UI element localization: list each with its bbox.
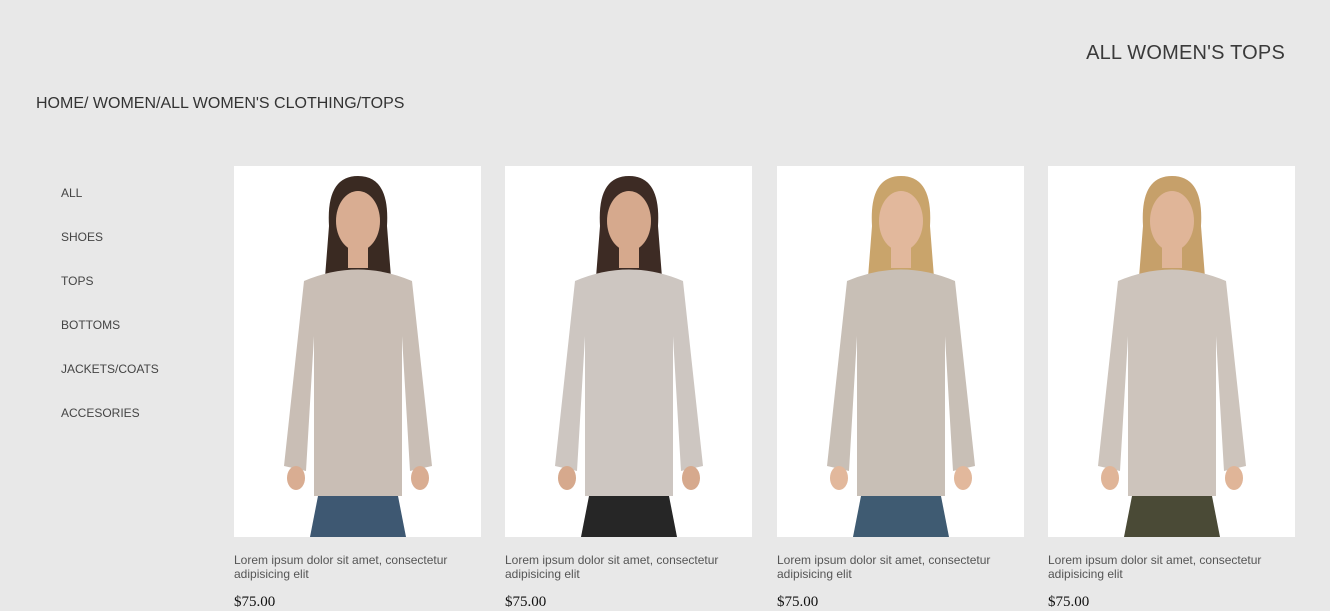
- product-price: $75.00: [1048, 594, 1090, 610]
- breadcrumb-tops[interactable]: TOPS: [361, 95, 404, 112]
- product-price: $75.00: [505, 594, 547, 610]
- breadcrumb-home[interactable]: HOME/: [36, 95, 88, 112]
- sidebar-item-bottoms[interactable]: BOTTOMS: [61, 317, 211, 361]
- product-description[interactable]: Lorem ipsum dolor sit amet, consectetur …: [1048, 553, 1295, 581]
- sidebar-item-all[interactable]: ALL: [61, 185, 211, 229]
- product-image[interactable]: [505, 166, 752, 537]
- product-image[interactable]: [1048, 166, 1295, 537]
- model-photo: [1098, 176, 1246, 537]
- page-title: ALL WOMEN'S TOPS: [1086, 42, 1285, 64]
- product-card[interactable]: Lorem ipsum dolor sit amet, consectetur …: [505, 166, 752, 611]
- model-photo: [555, 176, 703, 537]
- sidebar-item-accesories[interactable]: ACCESORIES: [61, 405, 211, 449]
- category-sidebar: ALL SHOES TOPS BOTTOMS JACKETS/COATS ACC…: [61, 185, 211, 449]
- product-card[interactable]: Lorem ipsum dolor sit amet, consectetur …: [1048, 166, 1295, 611]
- product-card[interactable]: Lorem ipsum dolor sit amet, consectetur …: [777, 166, 1024, 611]
- sidebar-item-shoes[interactable]: SHOES: [61, 229, 211, 273]
- product-price: $75.00: [777, 594, 819, 610]
- model-photo: [284, 176, 432, 537]
- model-photo: [827, 176, 975, 537]
- product-description[interactable]: Lorem ipsum dolor sit amet, consectetur …: [505, 553, 752, 581]
- breadcrumb-women[interactable]: WOMEN/: [88, 95, 161, 112]
- product-image[interactable]: [234, 166, 481, 537]
- product-description[interactable]: Lorem ipsum dolor sit amet, consectetur …: [777, 553, 1024, 581]
- product-image[interactable]: [777, 166, 1024, 537]
- breadcrumb-all-womens-clothing[interactable]: ALL WOMEN'S CLOTHING/: [160, 95, 361, 112]
- sidebar-item-jackets-coats[interactable]: JACKETS/COATS: [61, 361, 211, 405]
- sidebar-item-tops[interactable]: TOPS: [61, 273, 211, 317]
- product-card[interactable]: Lorem ipsum dolor sit amet, consectetur …: [234, 166, 481, 611]
- product-price: $75.00: [234, 594, 276, 610]
- product-description[interactable]: Lorem ipsum dolor sit amet, consectetur …: [234, 553, 481, 581]
- breadcrumb: HOME/ WOMEN/ALL WOMEN'S CLOTHING/TOPS: [36, 95, 404, 113]
